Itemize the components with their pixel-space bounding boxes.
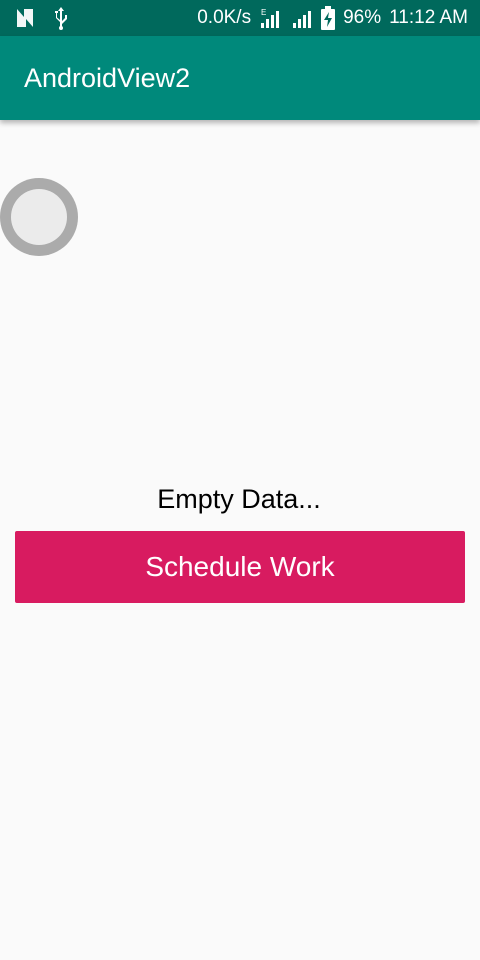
radio-button-inner [11,189,67,245]
svg-text:E: E [261,8,266,17]
usb-icon [52,6,70,30]
net-speed: 0.0K/s [197,7,252,28]
status-bar-right: 0.0K/s E 96% 11:12 AM [197,6,468,30]
app-bar: AndroidView2 [0,36,480,120]
signal-e-icon: E [259,7,283,29]
screen: 0.0K/s E 96% 11:12 AM AndroidView2 Empty… [0,0,480,960]
clock: 11:12 AM [389,7,468,28]
schedule-work-button[interactable]: Schedule Work [15,531,465,603]
radio-button[interactable] [0,178,78,256]
battery-percent: 96% [343,7,382,28]
status-text: Empty Data... [157,484,321,514]
app-title: AndroidView2 [24,63,191,93]
battery-charging-icon [321,6,336,30]
signal-icon [291,7,313,29]
status-bar: 0.0K/s E 96% 11:12 AM [0,0,480,36]
status-bar-left [14,6,70,30]
n-icon [14,7,36,29]
